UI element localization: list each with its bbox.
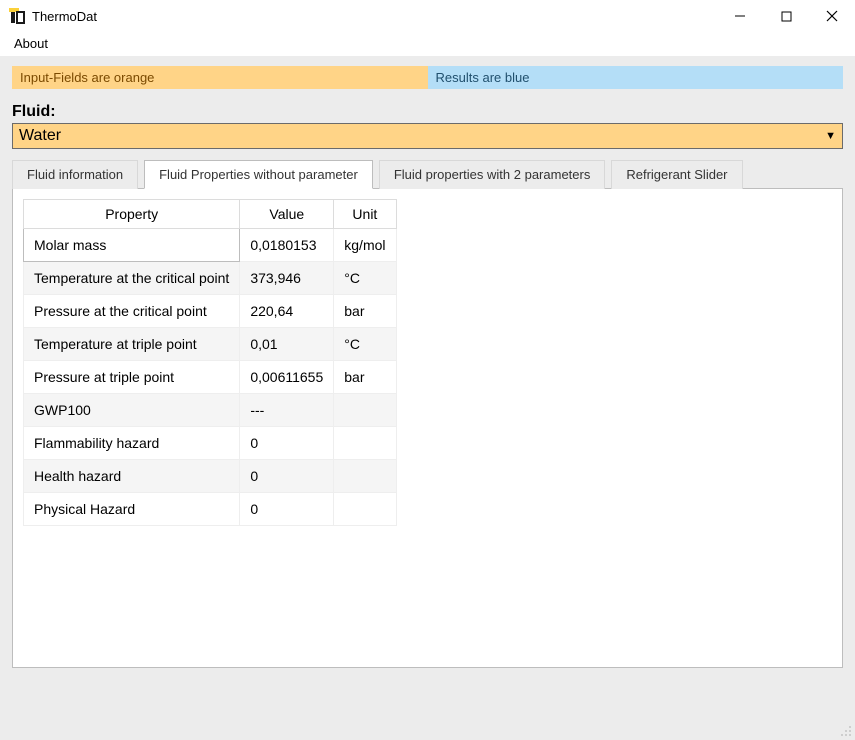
table-row[interactable]: Flammability hazard0 — [24, 427, 397, 460]
cell-unit — [334, 493, 396, 526]
cell-property: Temperature at the critical point — [24, 262, 240, 295]
cell-property: GWP100 — [24, 394, 240, 427]
cell-unit: bar — [334, 295, 396, 328]
table-row[interactable]: Pressure at the critical point220,64bar — [24, 295, 397, 328]
cell-value: 0 — [240, 427, 334, 460]
cell-property: Flammability hazard — [24, 427, 240, 460]
col-unit[interactable]: Unit — [334, 200, 396, 229]
table-row[interactable]: Temperature at triple point0,01°C — [24, 328, 397, 361]
cell-value: --- — [240, 394, 334, 427]
fluid-selected-value: Water — [19, 127, 61, 145]
tab-panel: Property Value Unit Molar mass0,0180153k… — [12, 188, 843, 668]
cell-property: Physical Hazard — [24, 493, 240, 526]
cell-property: Temperature at triple point — [24, 328, 240, 361]
titlebar: ThermoDat — [0, 0, 855, 32]
cell-property: Pressure at the critical point — [24, 295, 240, 328]
menubar: About — [0, 32, 855, 56]
cell-property: Pressure at triple point — [24, 361, 240, 394]
legend-input: Input-Fields are orange — [12, 66, 428, 89]
minimize-button[interactable] — [717, 0, 763, 32]
menu-about[interactable]: About — [8, 34, 54, 53]
app-icon — [8, 7, 26, 25]
fluid-select[interactable]: Water ▼ — [12, 123, 843, 149]
cell-value: 220,64 — [240, 295, 334, 328]
client-area: Input-Fields are orange Results are blue… — [0, 56, 855, 740]
cell-value: 0 — [240, 493, 334, 526]
table-row[interactable]: Health hazard0 — [24, 460, 397, 493]
cell-property: Health hazard — [24, 460, 240, 493]
legend-result: Results are blue — [428, 66, 844, 89]
cell-unit: °C — [334, 328, 396, 361]
cell-unit — [334, 460, 396, 493]
fluid-label: Fluid: — [12, 103, 843, 121]
table-row[interactable]: Physical Hazard0 — [24, 493, 397, 526]
table-row[interactable]: Pressure at triple point0,00611655bar — [24, 361, 397, 394]
cell-unit: kg/mol — [334, 229, 396, 262]
close-button[interactable] — [809, 0, 855, 32]
cell-unit: °C — [334, 262, 396, 295]
tab-refrigerant-slider[interactable]: Refrigerant Slider — [611, 160, 742, 189]
window-title: ThermoDat — [32, 9, 97, 24]
properties-table: Property Value Unit Molar mass0,0180153k… — [23, 199, 397, 526]
table-row[interactable]: GWP100--- — [24, 394, 397, 427]
tab-fluid-properties-2-param[interactable]: Fluid properties with 2 parameters — [379, 160, 606, 189]
dropdown-caret-icon: ▼ — [825, 130, 836, 142]
cell-unit: bar — [334, 361, 396, 394]
col-value[interactable]: Value — [240, 200, 334, 229]
cell-unit — [334, 394, 396, 427]
table-row[interactable]: Temperature at the critical point373,946… — [24, 262, 397, 295]
tab-fluid-information[interactable]: Fluid information — [12, 160, 138, 189]
legend-row: Input-Fields are orange Results are blue — [12, 66, 843, 89]
cell-value: 0,0180153 — [240, 229, 334, 262]
cell-property: Molar mass — [24, 229, 240, 262]
cell-value: 373,946 — [240, 262, 334, 295]
tab-fluid-properties-no-param[interactable]: Fluid Properties without parameter — [144, 160, 373, 189]
cell-unit — [334, 427, 396, 460]
maximize-button[interactable] — [763, 0, 809, 32]
col-property[interactable]: Property — [24, 200, 240, 229]
cell-value: 0,01 — [240, 328, 334, 361]
resize-grip-icon[interactable] — [840, 725, 852, 737]
tabstrip: Fluid information Fluid Properties witho… — [12, 159, 843, 188]
table-row[interactable]: Molar mass0,0180153kg/mol — [24, 229, 397, 262]
cell-value: 0 — [240, 460, 334, 493]
cell-value: 0,00611655 — [240, 361, 334, 394]
